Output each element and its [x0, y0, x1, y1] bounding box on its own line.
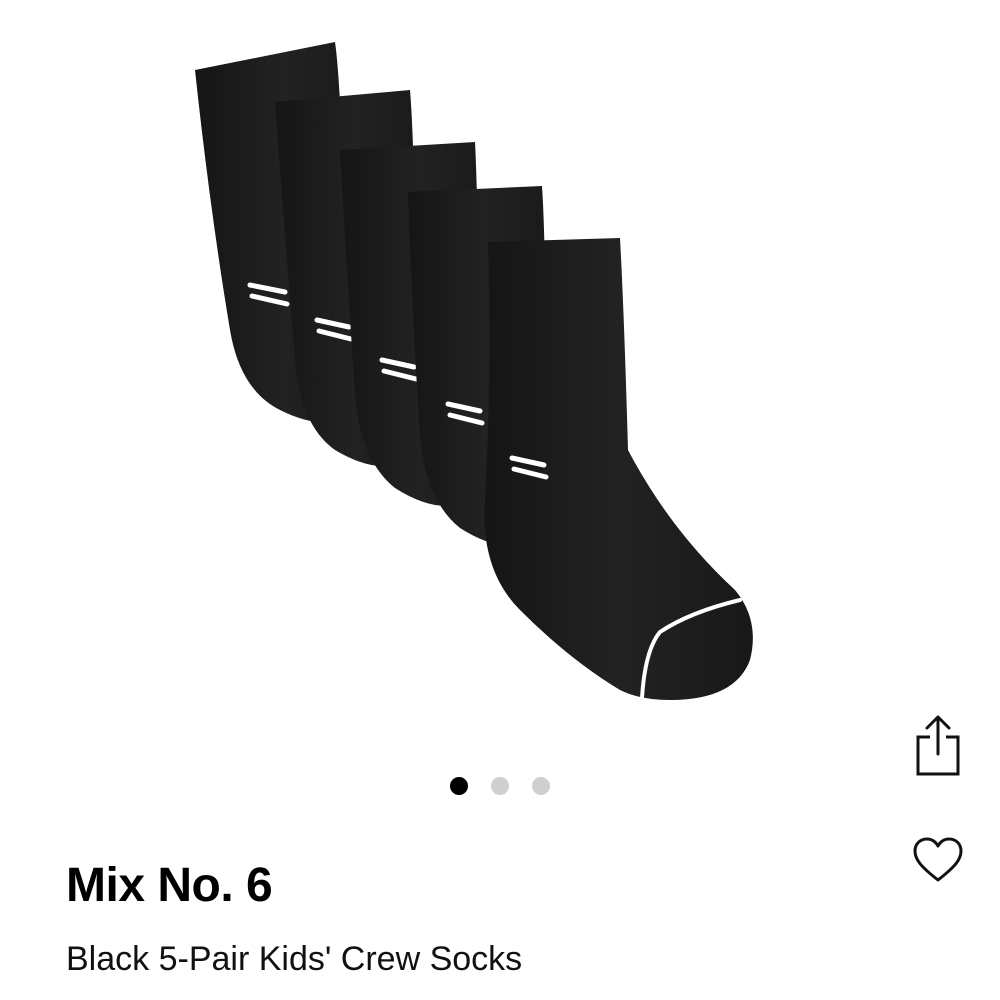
sock-5 [484, 238, 753, 700]
product-title: Black 5-Pair Kids' Crew Socks [66, 940, 523, 978]
image-carousel-indicator [450, 777, 550, 795]
brand-name[interactable]: Mix No. 6 [66, 858, 273, 913]
heart-outline-icon [913, 837, 963, 882]
favorite-button[interactable] [910, 835, 966, 887]
product-image[interactable] [150, 30, 790, 740]
carousel-dot-2[interactable] [491, 777, 509, 795]
share-icon [916, 715, 960, 776]
carousel-dot-3[interactable] [532, 777, 550, 795]
share-button[interactable] [910, 710, 966, 780]
carousel-dot-1[interactable] [450, 777, 468, 795]
